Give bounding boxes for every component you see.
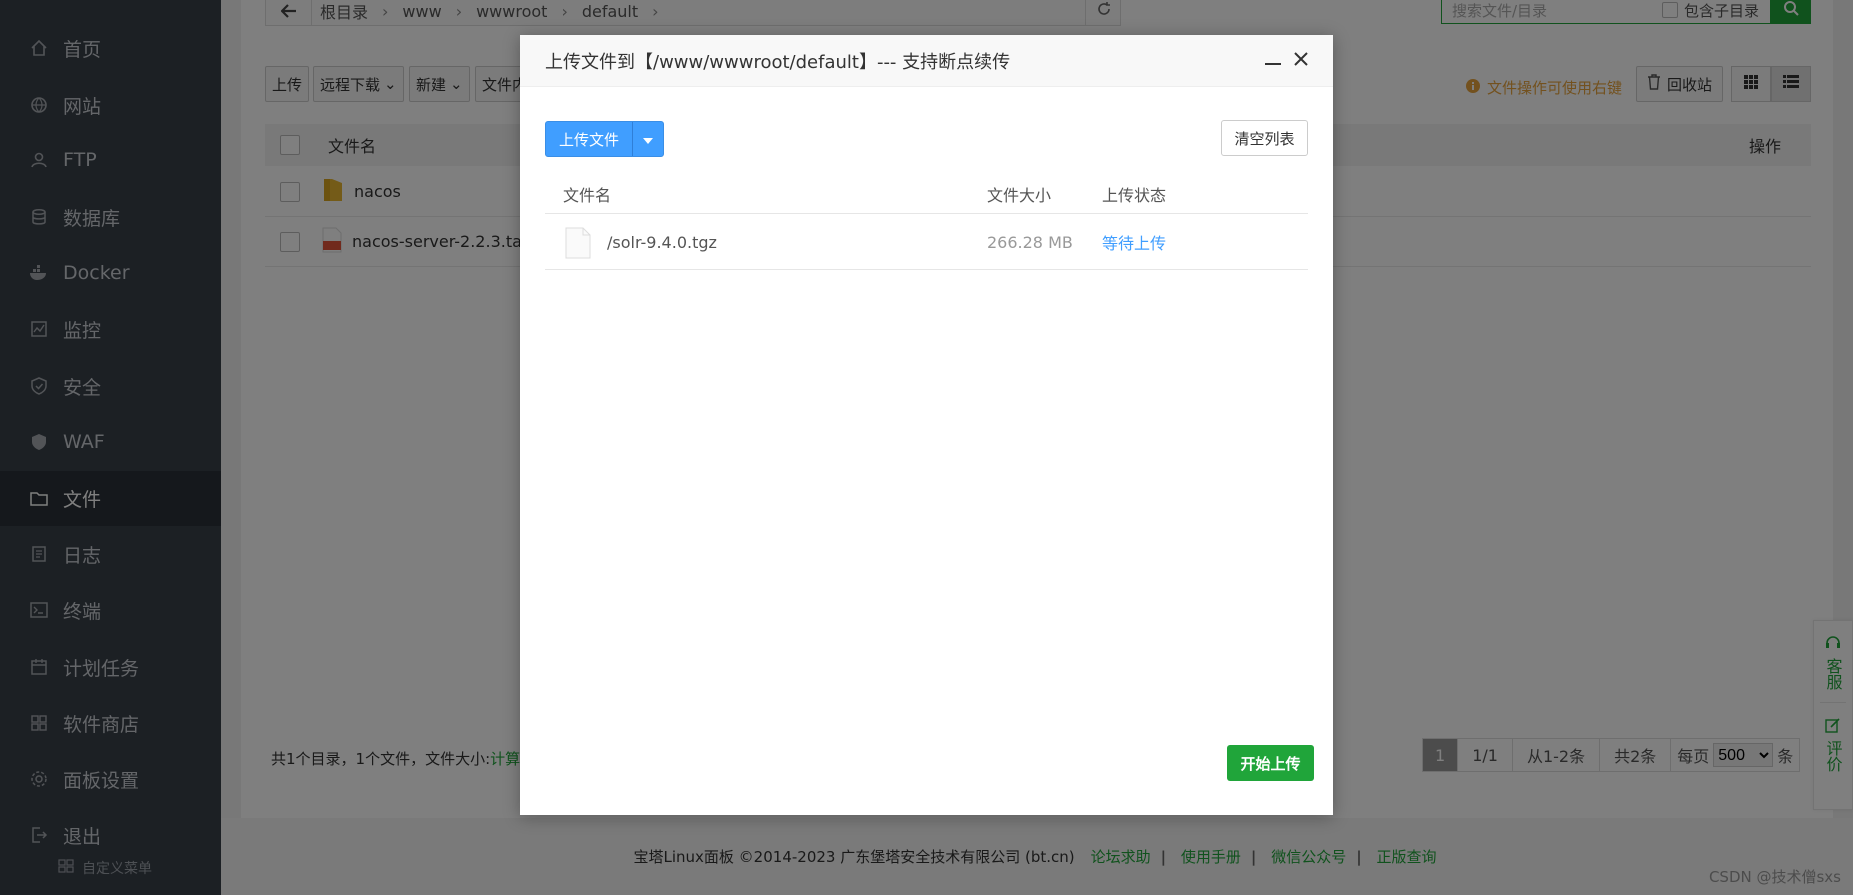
minimize-icon [1264,50,1282,73]
upload-list-item: /solr-9.4.0.tgz 266.28 MB 等待上传 [545,215,1308,270]
upload-file-status: 等待上传 [1102,234,1167,253]
upload-file-name: /solr-9.4.0.tgz [607,232,717,252]
close-button[interactable] [1289,49,1313,73]
upload-file-size: 266.28 MB [987,232,1073,252]
dialog-title: 上传文件到【/www/wwwroot/default】--- 支持断点续传 [545,51,1011,73]
column-header-size: 文件大小 [987,186,1052,205]
upload-file-label[interactable]: 上传文件 [546,122,634,156]
column-header-filename: 文件名 [563,186,612,205]
start-upload-button[interactable]: 开始上传 [1227,745,1314,781]
clear-list-button[interactable]: 清空列表 [1221,120,1308,156]
dialog-header: 上传文件到【/www/wwwroot/default】--- 支持断点续传 [520,35,1333,87]
column-header-status: 上传状态 [1102,186,1167,205]
close-icon [1293,51,1309,72]
upload-list-header: 文件名 文件大小 上传状态 [545,175,1308,214]
upload-dialog: 上传文件到【/www/wwwroot/default】--- 支持断点续传 上传… [520,35,1333,815]
minimize-button[interactable] [1261,49,1285,73]
file-icon [565,227,591,263]
caret-down-icon [643,130,654,148]
upload-dropdown-toggle[interactable] [633,122,663,156]
upload-file-button[interactable]: 上传文件 [545,121,665,157]
